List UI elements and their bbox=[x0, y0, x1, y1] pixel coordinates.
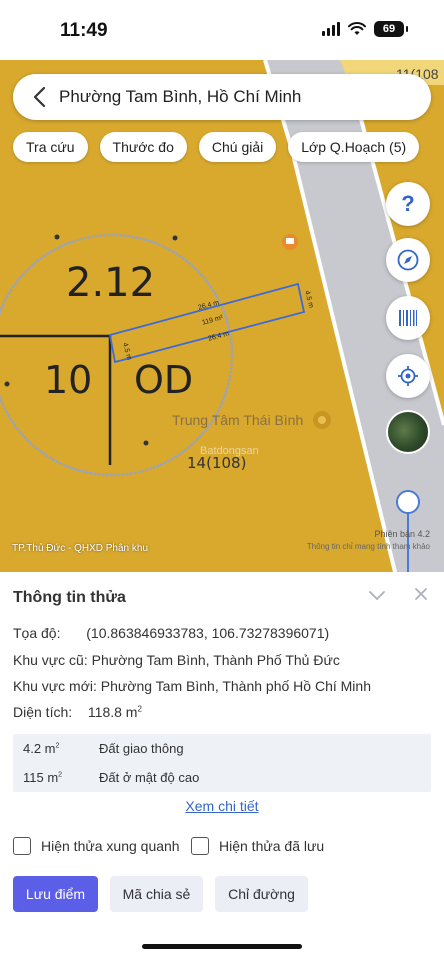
close-icon[interactable] bbox=[414, 587, 428, 601]
land-use-area: 115 m2 bbox=[23, 770, 63, 785]
old-area-value: Phường Tam Bình, Thành Phố Thủ Đức bbox=[91, 652, 340, 668]
chip-measure[interactable]: Thước đo bbox=[99, 132, 187, 162]
parcel-info-sheet: Thông tin thửa Tọa độ: (10.863846933783,… bbox=[0, 572, 444, 960]
status-time: 11:49 bbox=[60, 20, 108, 41]
satellite-layer-toggle[interactable] bbox=[386, 410, 430, 454]
show-saved-checkbox[interactable] bbox=[191, 837, 209, 855]
status-icons: 69 bbox=[322, 21, 408, 37]
barcode-icon bbox=[399, 310, 417, 326]
size-label: Diện tích: bbox=[13, 704, 73, 720]
version-label: Phiên bản 4.2 bbox=[374, 529, 430, 539]
new-area-row: Khu vực mới: Phường Tam Bình, Thành phố … bbox=[13, 678, 371, 694]
watermark-label: Batdongsan bbox=[200, 445, 259, 457]
chip-lookup[interactable]: Tra cứu bbox=[13, 132, 88, 162]
show-nearby-label: Hiện thửa xung quanh bbox=[41, 838, 180, 854]
land-use-row: 115 m2 Đất ở mật độ cao bbox=[13, 763, 431, 792]
land-use-type: Đất giao thông bbox=[99, 741, 184, 756]
save-point-button[interactable]: Lưu điểm bbox=[13, 876, 98, 912]
new-area-value: Phường Tam Bình, Thành phố Hồ Chí Minh bbox=[100, 678, 371, 694]
old-area-row: Khu vực cũ: Phường Tam Bình, Thành Phố T… bbox=[13, 652, 340, 668]
signal-icon bbox=[322, 22, 340, 36]
size-row: Diện tích: 118.8 m2 bbox=[13, 704, 142, 720]
compass-button[interactable] bbox=[386, 238, 430, 282]
battery-icon: 69 bbox=[374, 21, 408, 37]
new-area-label: Khu vực mới: bbox=[13, 678, 97, 694]
status-bar: 11:49 69 bbox=[0, 0, 444, 60]
back-arrow-icon[interactable] bbox=[19, 74, 59, 120]
attribution-label: Thông tin chỉ mang tính tham khảo bbox=[306, 542, 430, 551]
help-button[interactable]: ? bbox=[386, 182, 430, 226]
coordinates-value: (10.863846933783, 106.73278396071) bbox=[86, 625, 330, 641]
home-indicator bbox=[142, 944, 302, 949]
search-location-text[interactable]: Phường Tam Bình, Hồ Chí Minh bbox=[59, 87, 301, 107]
locate-button[interactable] bbox=[386, 354, 430, 398]
view-details-link[interactable]: Xem chi tiết bbox=[0, 798, 444, 814]
size-unit-sup: 2 bbox=[137, 704, 142, 714]
chevron-down-icon[interactable] bbox=[368, 588, 386, 602]
locate-icon bbox=[398, 366, 418, 386]
poi-name-label[interactable]: Trung Tâm Thái Bình bbox=[172, 412, 303, 428]
layer-caption: TP.Thủ Đức - QHXD Phân khu bbox=[12, 543, 149, 554]
show-saved-label: Hiện thửa đã lưu bbox=[219, 838, 325, 854]
sheet-title: Thông tin thửa bbox=[13, 589, 126, 606]
show-nearby-checkbox-row[interactable]: Hiện thửa xung quanh bbox=[13, 837, 180, 855]
wifi-icon bbox=[348, 22, 366, 35]
old-area-label: Khu vực cũ: bbox=[13, 652, 88, 668]
land-use-area: 4.2 m2 bbox=[23, 741, 60, 756]
search-bar[interactable]: Phường Tam Bình, Hồ Chí Minh bbox=[13, 74, 431, 120]
zone-code-label: OD bbox=[134, 358, 194, 402]
chip-legend[interactable]: Chú giải bbox=[198, 132, 277, 162]
land-use-type: Đất ở mật độ cao bbox=[99, 770, 200, 785]
block-number-label: 10 bbox=[44, 358, 93, 402]
coordinates-label: Tọa độ: bbox=[13, 625, 61, 641]
chip-planning-layers[interactable]: Lớp Q.Hoạch (5) bbox=[288, 132, 420, 162]
toolbar-chips: Tra cứu Thước đo Chú giải Lớp Q.Hoạch (5… bbox=[13, 132, 420, 162]
coordinates-row: Tọa độ: (10.863846933783, 106.7327839607… bbox=[13, 625, 329, 641]
show-saved-checkbox-row[interactable]: Hiện thửa đã lưu bbox=[191, 837, 324, 855]
land-use-row: 4.2 m2 Đất giao thông bbox=[13, 734, 431, 763]
barcode-button[interactable] bbox=[386, 296, 430, 340]
compass-icon bbox=[397, 249, 419, 271]
parcel-code-label: 2.12 bbox=[66, 260, 156, 306]
size-value: 118.8 m bbox=[87, 704, 138, 720]
map-view[interactable]: 2.12 10 OD 26.4 m 119 m² 26.4 m 4.5 m 4.… bbox=[0, 60, 444, 572]
land-use-table: 4.2 m2 Đất giao thông 115 m2 Đất ở mật đ… bbox=[13, 734, 431, 792]
directions-button[interactable]: Chỉ đường bbox=[215, 876, 308, 912]
share-code-button[interactable]: Mã chia sẻ bbox=[110, 876, 203, 912]
help-icon: ? bbox=[401, 191, 415, 216]
opacity-slider-thumb[interactable] bbox=[396, 490, 420, 514]
show-nearby-checkbox[interactable] bbox=[13, 837, 31, 855]
